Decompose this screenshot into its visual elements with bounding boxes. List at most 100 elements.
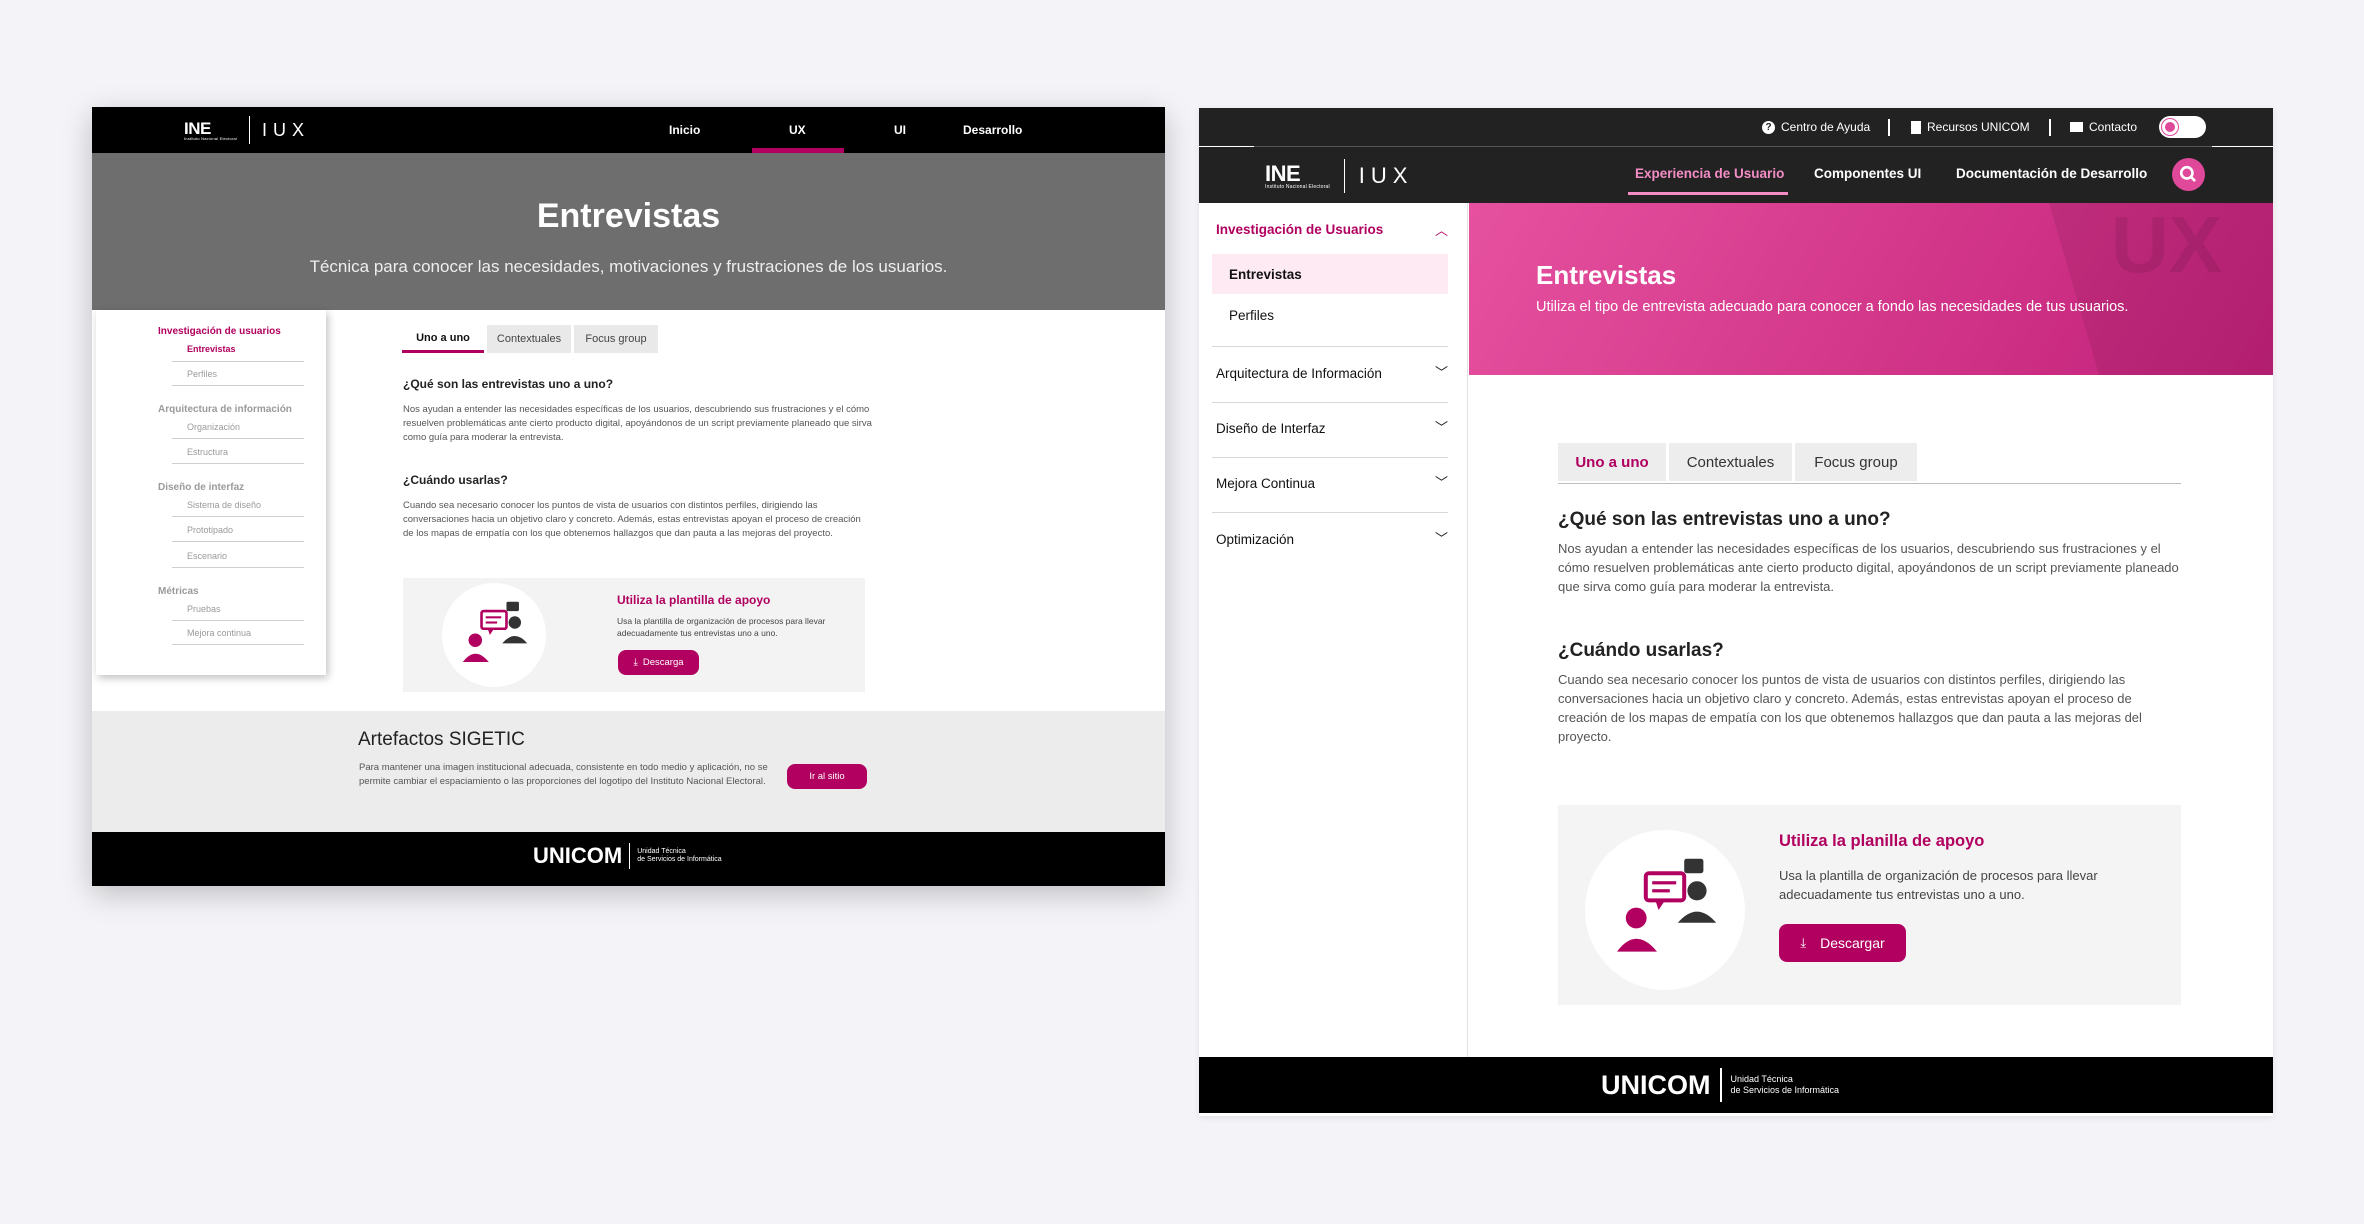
hero-subtitle: Técnica para conocer las necesidades, mo…: [309, 257, 948, 276]
unicom-divider: [629, 843, 631, 869]
iux-brand: IUX: [1358, 163, 1414, 188]
sidebar-item-prototipado[interactable]: Prototipado: [187, 525, 233, 535]
desktop-mockup-new: ? Centro de Ayuda Recursos UNICOM Contac…: [1199, 108, 2273, 1116]
download-button[interactable]: ⤓ Descarga: [618, 650, 699, 675]
card-text: Usa la plantilla de organización de proc…: [1779, 868, 2098, 902]
ine-logo: INE Instituto Nacional Electoral: [184, 120, 237, 141]
template-card: Utiliza la planilla de apoyo Usa la plan…: [1558, 805, 2181, 1005]
sidebar-section-investigacion[interactable]: Investigación de Usuarios ︿: [1216, 220, 1448, 244]
ine-logo-subtext: Instituto Nacional Electoral: [1265, 183, 1330, 190]
download-button[interactable]: ⤓ Descargar: [1779, 924, 1906, 962]
nav-active-indicator: [1628, 192, 1788, 195]
unicom-caption-line1: Unidad Técnica: [1730, 1074, 1793, 1085]
theme-toggle[interactable]: [2159, 116, 2206, 138]
hero-title: Entrevistas: [1536, 260, 1677, 290]
contact-link[interactable]: Contacto: [2070, 120, 2137, 134]
divider: [1212, 346, 1448, 347]
card-text: Usa la plantilla de organización de proc…: [617, 616, 826, 639]
main-nav: INE Instituto Nacional Electoral IUX Exp…: [1199, 147, 2273, 203]
logo[interactable]: INE Instituto Nacional Electoral IUX: [184, 116, 310, 144]
section-label: Mejora Continua: [1216, 476, 1316, 491]
nav-item-documentacion[interactable]: Documentación de Desarrollo: [1956, 166, 2147, 181]
ir-al-sitio-button[interactable]: Ir al sitio: [787, 764, 867, 789]
sidebar-section-diseno[interactable]: Diseño de interfaz: [158, 482, 244, 493]
tab-uno-a-uno[interactable]: Uno a uno: [402, 325, 484, 353]
sidebar-item-perfiles[interactable]: Perfiles: [1229, 308, 1274, 323]
section-label: Diseño de Interfaz: [1216, 421, 1326, 436]
unicom-caption: Unidad Técnica de Servicios de Informáti…: [1731, 1074, 1840, 1096]
sidebar-item-organizacion[interactable]: Organización: [187, 422, 240, 432]
unicom-caption: Unidad Técnica de Servicios de Informáti…: [637, 848, 721, 865]
utility-bar: ? Centro de Ayuda Recursos UNICOM Contac…: [1199, 108, 2273, 146]
tabs-baseline: [1558, 483, 2181, 484]
tab-focus-group[interactable]: Focus group: [574, 325, 658, 353]
artefactos-text: Para mantener una imagen institucional a…: [359, 762, 768, 787]
sidebar-item-entrevistas[interactable]: Entrevistas: [1212, 254, 1448, 294]
question-heading-2: ¿Cuándo usarlas?: [403, 473, 508, 487]
unicom-caption-line2: de Servicios de Informática: [637, 856, 722, 863]
sidebar-item-escenario[interactable]: Escenario: [187, 551, 227, 561]
sidebar-section-metricas[interactable]: Métricas: [158, 586, 199, 597]
unicom-logo: UNICOM Unidad Técnica de Servicios de In…: [1601, 1068, 1839, 1102]
chevron-down-icon: ﹀: [1434, 475, 1448, 490]
top-nav: INE Instituto Nacional Electoral IUX Ini…: [92, 107, 1165, 153]
chevron-down-icon: ﹀: [1434, 420, 1448, 435]
help-icon: ?: [1762, 120, 1775, 134]
paragraph-2: Cuando sea necesario conocer los puntos …: [403, 500, 861, 539]
resources-link[interactable]: Recursos UNICOM: [1911, 120, 2030, 134]
sidebar-section-arquitectura[interactable]: Arquitectura de Información ﹀: [1216, 362, 1448, 386]
search-button[interactable]: [2172, 158, 2205, 191]
hero-watermark: UX: [2111, 203, 2223, 289]
divider: [172, 516, 304, 517]
item-label: Entrevistas: [1229, 267, 1302, 282]
chevron-down-icon: ﹀: [1434, 531, 1448, 546]
tab-uno-a-uno[interactable]: Uno a uno: [1558, 443, 1666, 481]
download-label: Descargar: [1820, 935, 1885, 951]
sidebar-section-mejora[interactable]: Mejora Continua ﹀: [1216, 472, 1448, 496]
sidebar-item-estructura[interactable]: Estructura: [187, 447, 228, 457]
ine-logo: INE Instituto Nacional Electoral: [1265, 160, 1330, 190]
sidebar-item-mejora[interactable]: Mejora continua: [187, 628, 251, 638]
contact-label: Contacto: [2089, 120, 2138, 134]
card-title: Utiliza la planilla de apoyo: [1779, 832, 1985, 850]
nav-item-ux[interactable]: UX: [789, 123, 806, 137]
section-label: Investigación de Usuarios: [1216, 222, 1384, 237]
nav-item-experiencia[interactable]: Experiencia de Usuario: [1635, 166, 1784, 181]
template-card: Utiliza la plantilla de apoyo Usa la pla…: [403, 578, 865, 692]
unicom-divider: [1719, 1068, 1722, 1102]
sidebar: Investigación de usuarios Entrevistas Pe…: [96, 310, 326, 675]
tab-contextuales[interactable]: Contextuales: [1669, 443, 1792, 481]
divider: [1212, 402, 1448, 403]
sidebar-item-perfiles[interactable]: Perfiles: [187, 369, 217, 379]
sidebar-section-investigacion[interactable]: Investigación de usuarios: [158, 326, 281, 337]
tab-focus-group[interactable]: Focus group: [1795, 443, 1917, 481]
nav-item-inicio[interactable]: Inicio: [669, 123, 700, 137]
sidebar-item-entrevistas[interactable]: Entrevistas: [187, 344, 236, 354]
sidebar-section-diseno[interactable]: Diseño de Interfaz ﹀: [1216, 417, 1448, 441]
nav-item-desarrollo[interactable]: Desarrollo: [963, 123, 1022, 137]
sidebar-section-optimizacion[interactable]: Optimización ﹀: [1216, 528, 1448, 552]
people-chat-illustration: [1585, 830, 1745, 990]
paragraph-1: Nos ayudan a entender las necesidades es…: [1558, 541, 2179, 594]
sidebar-item-sistema[interactable]: Sistema de diseño: [187, 500, 261, 510]
people-chat-icon: [1617, 858, 1717, 952]
sidebar-item-pruebas[interactable]: Pruebas: [187, 604, 221, 614]
artefactos-section: Artefactos SIGETIC Para mantener una ima…: [92, 711, 1165, 832]
sidebar-section-arquitectura[interactable]: Arquitectura de información: [158, 404, 292, 415]
people-chat-illustration: [442, 583, 546, 687]
unicom-logo: UNICOM Unidad Técnica de Servicios de In…: [533, 843, 722, 869]
logo[interactable]: INE Instituto Nacional Electoral IUX: [1265, 159, 1413, 193]
tab-contextuales[interactable]: Contextuales: [487, 325, 571, 353]
mail-icon: [2070, 122, 2083, 132]
download-icon: ⤓: [633, 657, 638, 668]
search-icon: [2179, 165, 2197, 183]
toggle-knob: [2162, 119, 2178, 135]
download-label: Descarga: [642, 657, 684, 668]
footer: UNICOM Unidad Técnica de Servicios de In…: [1199, 1057, 2273, 1113]
bar-divider: [2049, 119, 2051, 136]
help-link[interactable]: ? Centro de Ayuda: [1762, 120, 1870, 134]
ine-logo-text: INE: [1265, 160, 1301, 186]
paragraph-1: Nos ayudan a entender las necesidades es…: [403, 404, 872, 443]
nav-item-componentes[interactable]: Componentes UI: [1814, 166, 1921, 181]
nav-item-ui[interactable]: UI: [894, 123, 906, 137]
